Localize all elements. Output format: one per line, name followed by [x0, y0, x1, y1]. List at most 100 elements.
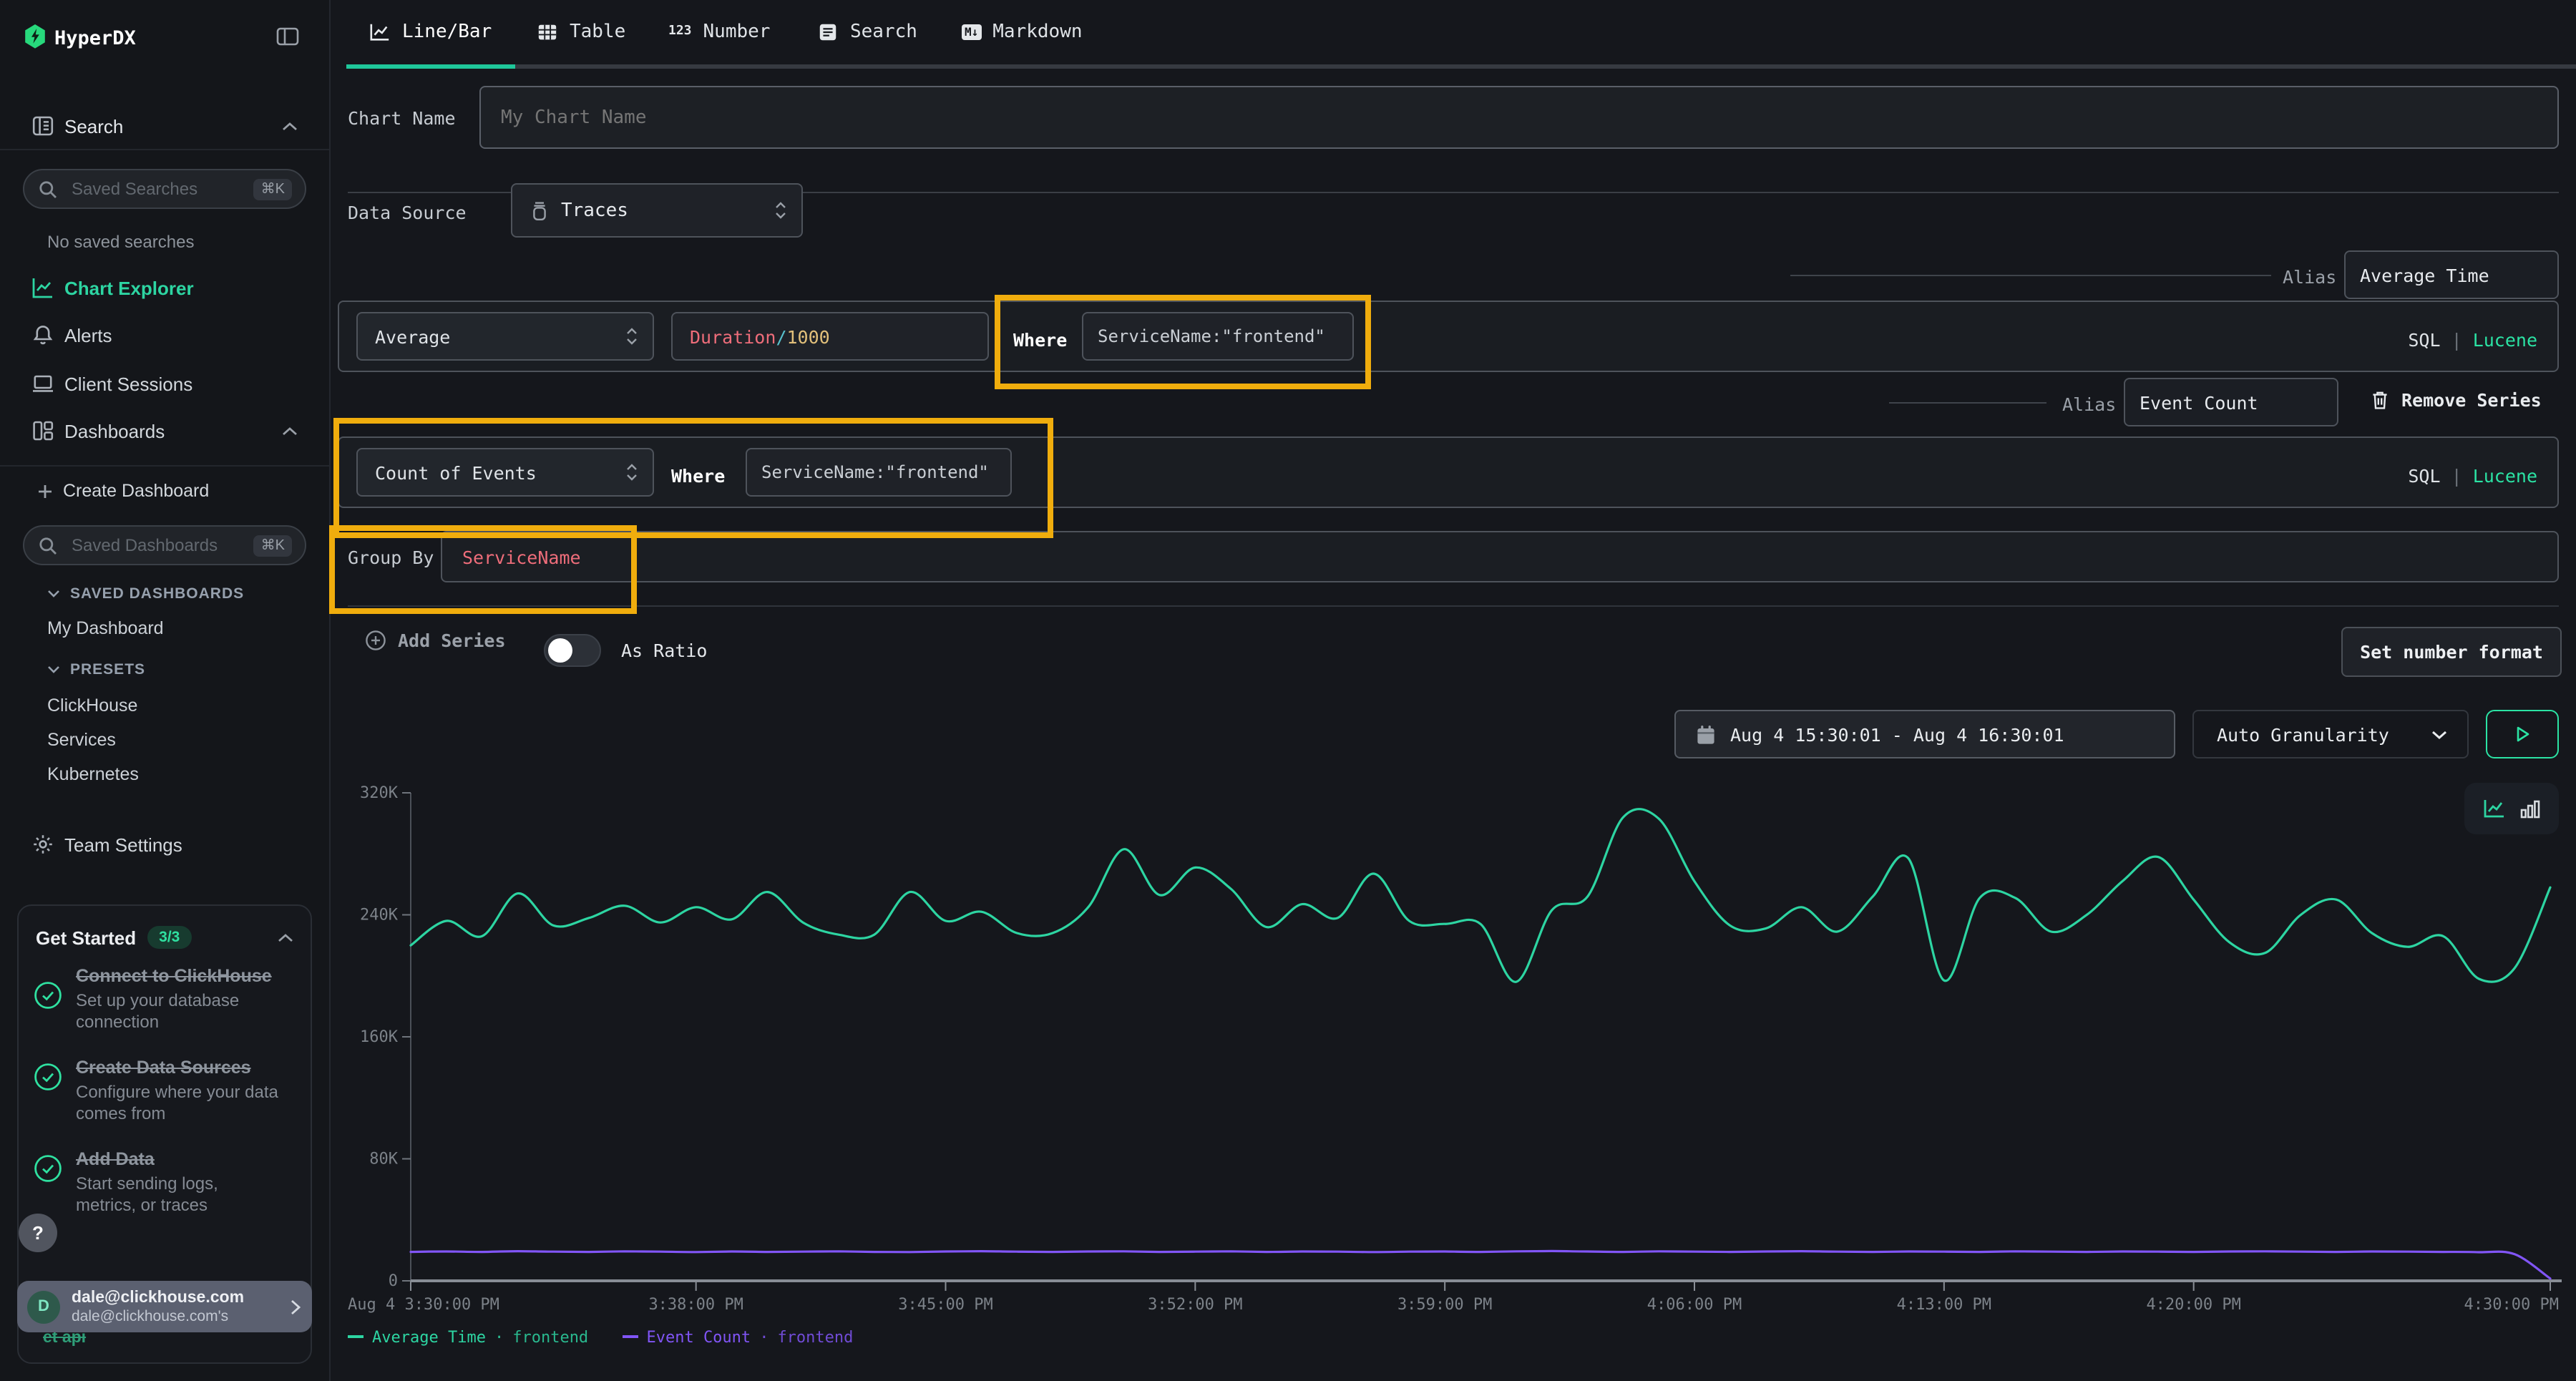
legend-item-event-count[interactable]: Event Count·frontend — [622, 1327, 853, 1346]
legend-swatch — [622, 1336, 638, 1338]
sql-toggle[interactable]: SQL — [2408, 329, 2440, 351]
sidebar-item-kubernetes[interactable]: Kubernetes — [47, 764, 139, 784]
field-expression-input[interactable]: Duration/1000 — [671, 312, 989, 361]
aggregation-value: Average — [375, 326, 450, 347]
get-started-item[interactable]: Create Data Sources Configure where your … — [33, 1052, 293, 1125]
tab-line-bar[interactable]: Line/Bar — [369, 0, 492, 63]
alias-label: Alias — [2062, 394, 2116, 415]
plus-circle-icon — [365, 630, 386, 651]
progress-badge: 3/3 — [147, 926, 191, 949]
lucene-toggle[interactable]: Lucene — [2473, 329, 2537, 351]
check-circle-icon — [33, 980, 63, 1033]
svg-text:0: 0 — [389, 1272, 398, 1290]
where-value: ServiceName:"frontend" — [1098, 326, 1325, 346]
saved-searches-search[interactable]: ⌘K — [23, 169, 306, 209]
chart-line-icon — [31, 276, 54, 299]
saved-dashboards-input[interactable] — [69, 534, 246, 557]
sidebar-section-label: Search — [64, 115, 123, 137]
aggregation-select-2[interactable]: Count of Events — [356, 448, 654, 497]
tab-search[interactable]: Search — [817, 0, 917, 63]
sql-toggle[interactable]: SQL — [2408, 465, 2440, 487]
data-source-select[interactable]: Traces — [511, 183, 803, 238]
tab-table[interactable]: Table — [537, 0, 625, 63]
legend-label: Event Count — [646, 1327, 751, 1346]
as-ratio-label: As Ratio — [621, 640, 707, 661]
add-series-label: Add Series — [398, 630, 506, 651]
remove-series-button[interactable]: Remove Series — [2370, 389, 2542, 411]
check-circle-icon — [33, 1062, 63, 1125]
sidebar-item-create-dashboard[interactable]: Create Dashboard — [0, 472, 329, 509]
sidebar-item-team-settings[interactable]: Team Settings — [0, 826, 329, 863]
lucene-toggle[interactable]: Lucene — [2473, 465, 2537, 487]
nav-label: Chart Explorer — [64, 277, 194, 298]
where-label: Where — [671, 465, 725, 487]
sidebar-item-dashboards[interactable]: Dashboards — [0, 412, 329, 449]
legend-swatch — [348, 1336, 364, 1338]
sidebar-item-alerts[interactable]: Alerts — [0, 316, 329, 353]
item-subtitle: Set up your database connection — [76, 990, 279, 1033]
select-chevrons-icon — [625, 326, 638, 346]
search-icon — [39, 536, 57, 555]
svg-text:4:20:00 PM: 4:20:00 PM — [2146, 1296, 2240, 1314]
alias-input-1[interactable]: Average Time — [2344, 250, 2559, 299]
chevron-right-icon — [291, 1299, 301, 1314]
date-range-value: Aug 4 15:30:01 - Aug 4 16:30:01 — [1730, 723, 2064, 745]
sidebar: HyperDX Search ⌘K No saved searches — [0, 0, 331, 1381]
item-title: Connect to ClickHouse — [76, 966, 272, 986]
run-query-button[interactable] — [2486, 710, 2559, 758]
tab-markdown[interactable]: M↓ Markdown — [962, 0, 1083, 63]
numbers-icon: 123 — [668, 24, 692, 39]
where-label: Where — [1013, 329, 1067, 351]
gear-icon — [31, 833, 54, 856]
as-ratio-toggle[interactable] — [544, 634, 601, 667]
alias-input-2[interactable]: Event Count — [2124, 378, 2338, 426]
reader-icon — [31, 114, 54, 137]
where-input-1[interactable]: ServiceName:"frontend" — [1082, 312, 1354, 361]
database-icon — [530, 200, 550, 221]
where-input-2[interactable]: ServiceName:"frontend" — [746, 448, 1012, 497]
field-token: Duration — [690, 326, 776, 347]
select-chevrons-icon — [625, 462, 638, 482]
chart-name-input[interactable] — [481, 107, 2557, 128]
sidebar-item-my-dashboard[interactable]: My Dashboard — [47, 618, 164, 638]
item-title: Create Data Sources — [76, 1058, 251, 1078]
saved-dashboards-search[interactable]: ⌘K — [23, 525, 306, 565]
sidebar-item-client-sessions[interactable]: Client Sessions — [0, 365, 329, 402]
item-subtitle: Configure where your data comes from — [76, 1082, 279, 1125]
markdown-icon: M↓ — [962, 24, 981, 39]
user-chip[interactable]: D dale@clickhouse.com dale@clickhouse.co… — [17, 1281, 312, 1332]
set-number-format-button[interactable]: Set number format — [2341, 627, 2562, 677]
sidebar-item-chart-explorer[interactable]: Chart Explorer — [0, 269, 329, 306]
svg-text:160K: 160K — [360, 1028, 399, 1046]
chevron-up-icon[interactable] — [278, 932, 293, 942]
sidebar-collapse-icon[interactable] — [276, 27, 299, 46]
saved-searches-input[interactable] — [69, 177, 246, 200]
legend-item-average-time[interactable]: Average Time·frontend — [348, 1327, 588, 1346]
get-started-item[interactable]: Connect to ClickHouse Set up your databas… — [33, 960, 293, 1033]
timeseries-chart[interactable]: 080K160K240K320KAug 4 3:30:00 PM3:38:00 … — [343, 773, 2565, 1345]
svg-text:320K: 320K — [360, 784, 399, 802]
section-presets[interactable]: PRESETS — [47, 661, 145, 678]
svg-text:4:30:00 PM: 4:30:00 PM — [2464, 1296, 2559, 1314]
alias-connector-line — [1889, 402, 2046, 404]
help-button[interactable]: ? — [19, 1214, 57, 1252]
date-range-input[interactable]: Aug 4 15:30:01 - Aug 4 16:30:01 — [1674, 710, 2175, 758]
trash-icon — [2370, 389, 2390, 411]
sidebar-item-clickhouse[interactable]: ClickHouse — [47, 696, 137, 716]
pipe-separator: | — [2451, 329, 2462, 351]
aggregation-select-1[interactable]: Average — [356, 312, 654, 361]
get-started-item[interactable]: Add DataStart sending logs, metrics, or … — [33, 1143, 293, 1216]
add-series-button[interactable]: Add Series — [365, 630, 506, 651]
sidebar-item-services[interactable]: Services — [47, 730, 116, 750]
section-saved-dashboards[interactable]: SAVED DASHBOARDS — [47, 585, 244, 602]
user-email: dale@clickhouse.com — [72, 1289, 244, 1307]
play-icon — [2515, 726, 2529, 743]
sidebar-section-search[interactable]: Search — [0, 107, 329, 145]
chart-name-field[interactable] — [479, 86, 2559, 149]
item-subtitle: Start sending logs, metrics, or traces — [76, 1173, 279, 1216]
chevron-up-icon — [282, 121, 298, 131]
group-by-input[interactable]: ServiceName — [441, 531, 2559, 582]
tab-number[interactable]: 123 Number — [668, 0, 770, 63]
granularity-select[interactable]: Auto Granularity — [2192, 710, 2469, 758]
shortcut-badge: ⌘K — [254, 178, 292, 200]
